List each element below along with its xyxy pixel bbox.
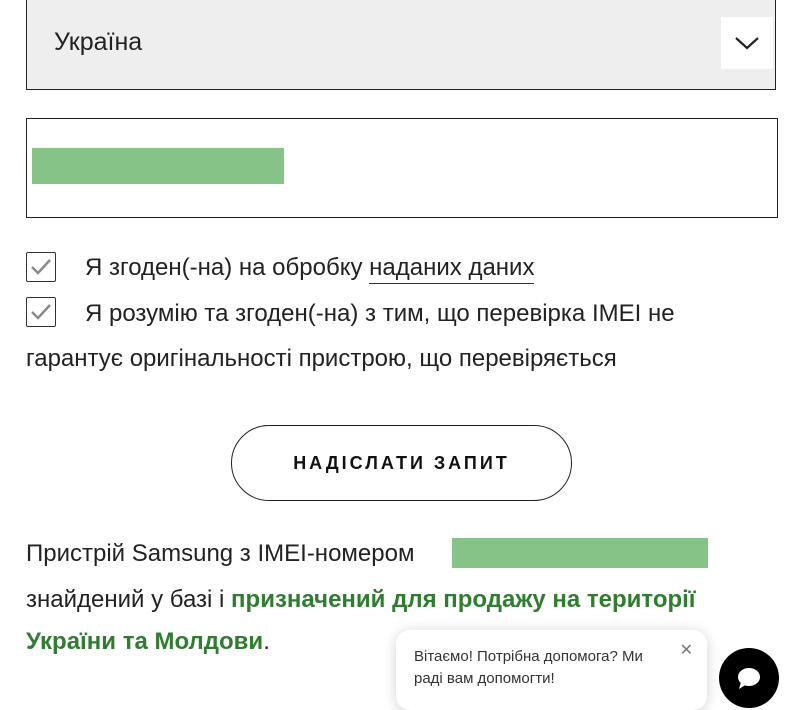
chat-greeting-popup: Вітаємо! Потрібна допомога? Ми раді вам …: [396, 630, 707, 710]
chat-icon: [738, 668, 760, 689]
checkmark-icon: [31, 259, 51, 275]
consent-imei-checkbox[interactable]: [26, 297, 56, 327]
consent-imei-label-line1: Я розумію та згоден(-на) з тим, що перев…: [85, 300, 675, 327]
chevron-down-icon[interactable]: [721, 17, 773, 69]
redacted-imei-number: [452, 538, 708, 568]
submit-request-button[interactable]: НАДІСЛАТИ ЗАПИТ: [231, 425, 572, 501]
result-text-plain: знайдений у базі і: [26, 586, 232, 613]
imei-input[interactable]: [26, 118, 778, 218]
personal-data-link[interactable]: наданих даних: [369, 254, 535, 284]
redacted-imei-value: [32, 148, 284, 184]
country-select-value: Україна: [54, 28, 143, 56]
result-highlight-region: України та Молдови: [26, 628, 264, 655]
result-highlight: призначений для продажу на території: [231, 586, 696, 613]
consent-data-checkbox[interactable]: [26, 252, 56, 282]
result-line-3: України та Молдови.: [26, 628, 270, 656]
consent-data-label: Я згоден(-на) на обробку наданих даних: [85, 254, 535, 284]
consent-data-text: Я згоден(-на) на обробку: [85, 254, 370, 281]
result-line-2: знайдений у базі і призначений для прода…: [26, 586, 696, 614]
country-select[interactable]: Україна: [26, 0, 776, 90]
close-icon[interactable]: ✕: [680, 640, 693, 660]
result-period: .: [263, 628, 270, 655]
result-line-1: Пристрій Samsung з IMEI-номером: [26, 540, 415, 567]
checkmark-icon: [31, 304, 51, 320]
chat-launcher-button[interactable]: [719, 648, 779, 708]
chat-greeting-text: Вітаємо! Потрібна допомога? Ми раді вам …: [414, 648, 643, 687]
consent-imei-label-line2: гарантує оригінальності пристрою, що пер…: [26, 345, 617, 372]
